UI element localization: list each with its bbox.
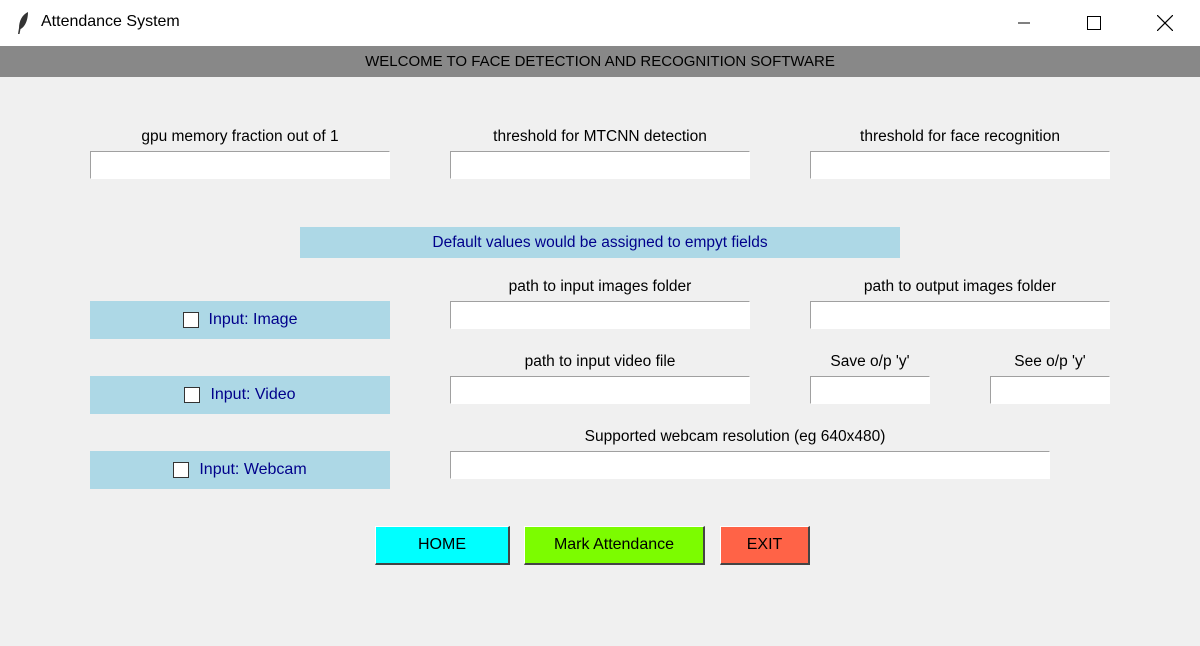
input-images-input[interactable] <box>451 302 749 328</box>
input-image-label: Input: Image <box>208 311 298 328</box>
window-title: Attendance System <box>41 13 180 30</box>
output-images-label: path to output images folder <box>863 278 1057 295</box>
close-icon <box>1157 15 1173 31</box>
input-webcam-label: Input: Webcam <box>199 461 307 478</box>
webcam-resolution-field[interactable] <box>450 451 1050 479</box>
input-image-checkbox[interactable]: Input: Image <box>90 301 390 339</box>
recognition-threshold-label: threshold for face recognition <box>860 128 1060 145</box>
webcam-resolution-label: Supported webcam resolution (eg 640x480) <box>584 428 886 445</box>
input-video-checkbox[interactable]: Input: Video <box>90 376 390 414</box>
see-output-label: See o/p 'y' <box>1014 353 1086 370</box>
input-video-input[interactable] <box>451 377 749 403</box>
mark-attendance-button[interactable]: Mark Attendance <box>524 526 705 565</box>
default-values-note: Default values would be assigned to empy… <box>300 227 900 258</box>
save-output-label: Save o/p 'y' <box>830 353 910 370</box>
gpu-fraction-input[interactable] <box>91 152 389 178</box>
recognition-threshold-input[interactable] <box>811 152 1109 178</box>
save-output-input[interactable] <box>811 377 929 403</box>
checkbox-video-box[interactable] <box>184 387 201 403</box>
welcome-banner: WELCOME TO FACE DETECTION AND RECOGNITIO… <box>0 46 1200 77</box>
app-window: Attendance System WELCOME TO FACE DETECT… <box>0 0 1200 646</box>
exit-button[interactable]: EXIT <box>720 526 810 565</box>
close-button[interactable] <box>1142 0 1188 46</box>
title-bar: Attendance System <box>0 0 1200 46</box>
note-text: Default values would be assigned to empy… <box>432 233 768 251</box>
mtcnn-threshold-label: threshold for MTCNN detection <box>493 128 707 145</box>
mtcnn-threshold-input[interactable] <box>451 152 749 178</box>
mtcnn-threshold-field[interactable] <box>450 151 750 179</box>
input-video-label: Input: Video <box>210 386 296 403</box>
output-images-field[interactable] <box>810 301 1110 329</box>
maximize-button[interactable] <box>1071 0 1117 46</box>
input-video-path-label: path to input video file <box>524 353 676 370</box>
minimize-button[interactable] <box>1001 0 1047 46</box>
recognition-threshold-field[interactable] <box>810 151 1110 179</box>
banner-text: WELCOME TO FACE DETECTION AND RECOGNITIO… <box>365 53 835 70</box>
save-output-field[interactable] <box>810 376 930 404</box>
see-output-input[interactable] <box>991 377 1109 403</box>
feather-icon <box>18 12 28 34</box>
minimize-icon <box>1018 22 1030 24</box>
input-images-field[interactable] <box>450 301 750 329</box>
input-video-field[interactable] <box>450 376 750 404</box>
see-output-field[interactable] <box>990 376 1110 404</box>
checkbox-image-box[interactable] <box>182 312 199 328</box>
webcam-resolution-input[interactable] <box>451 452 1049 478</box>
gpu-fraction-label: gpu memory fraction out of 1 <box>141 128 339 145</box>
input-images-label: path to input images folder <box>508 278 692 295</box>
home-button[interactable]: HOME <box>375 526 510 565</box>
checkbox-webcam-box[interactable] <box>173 462 190 478</box>
gpu-fraction-field[interactable] <box>90 151 390 179</box>
maximize-icon <box>1087 16 1101 30</box>
output-images-input[interactable] <box>811 302 1109 328</box>
input-webcam-checkbox[interactable]: Input: Webcam <box>90 451 390 489</box>
